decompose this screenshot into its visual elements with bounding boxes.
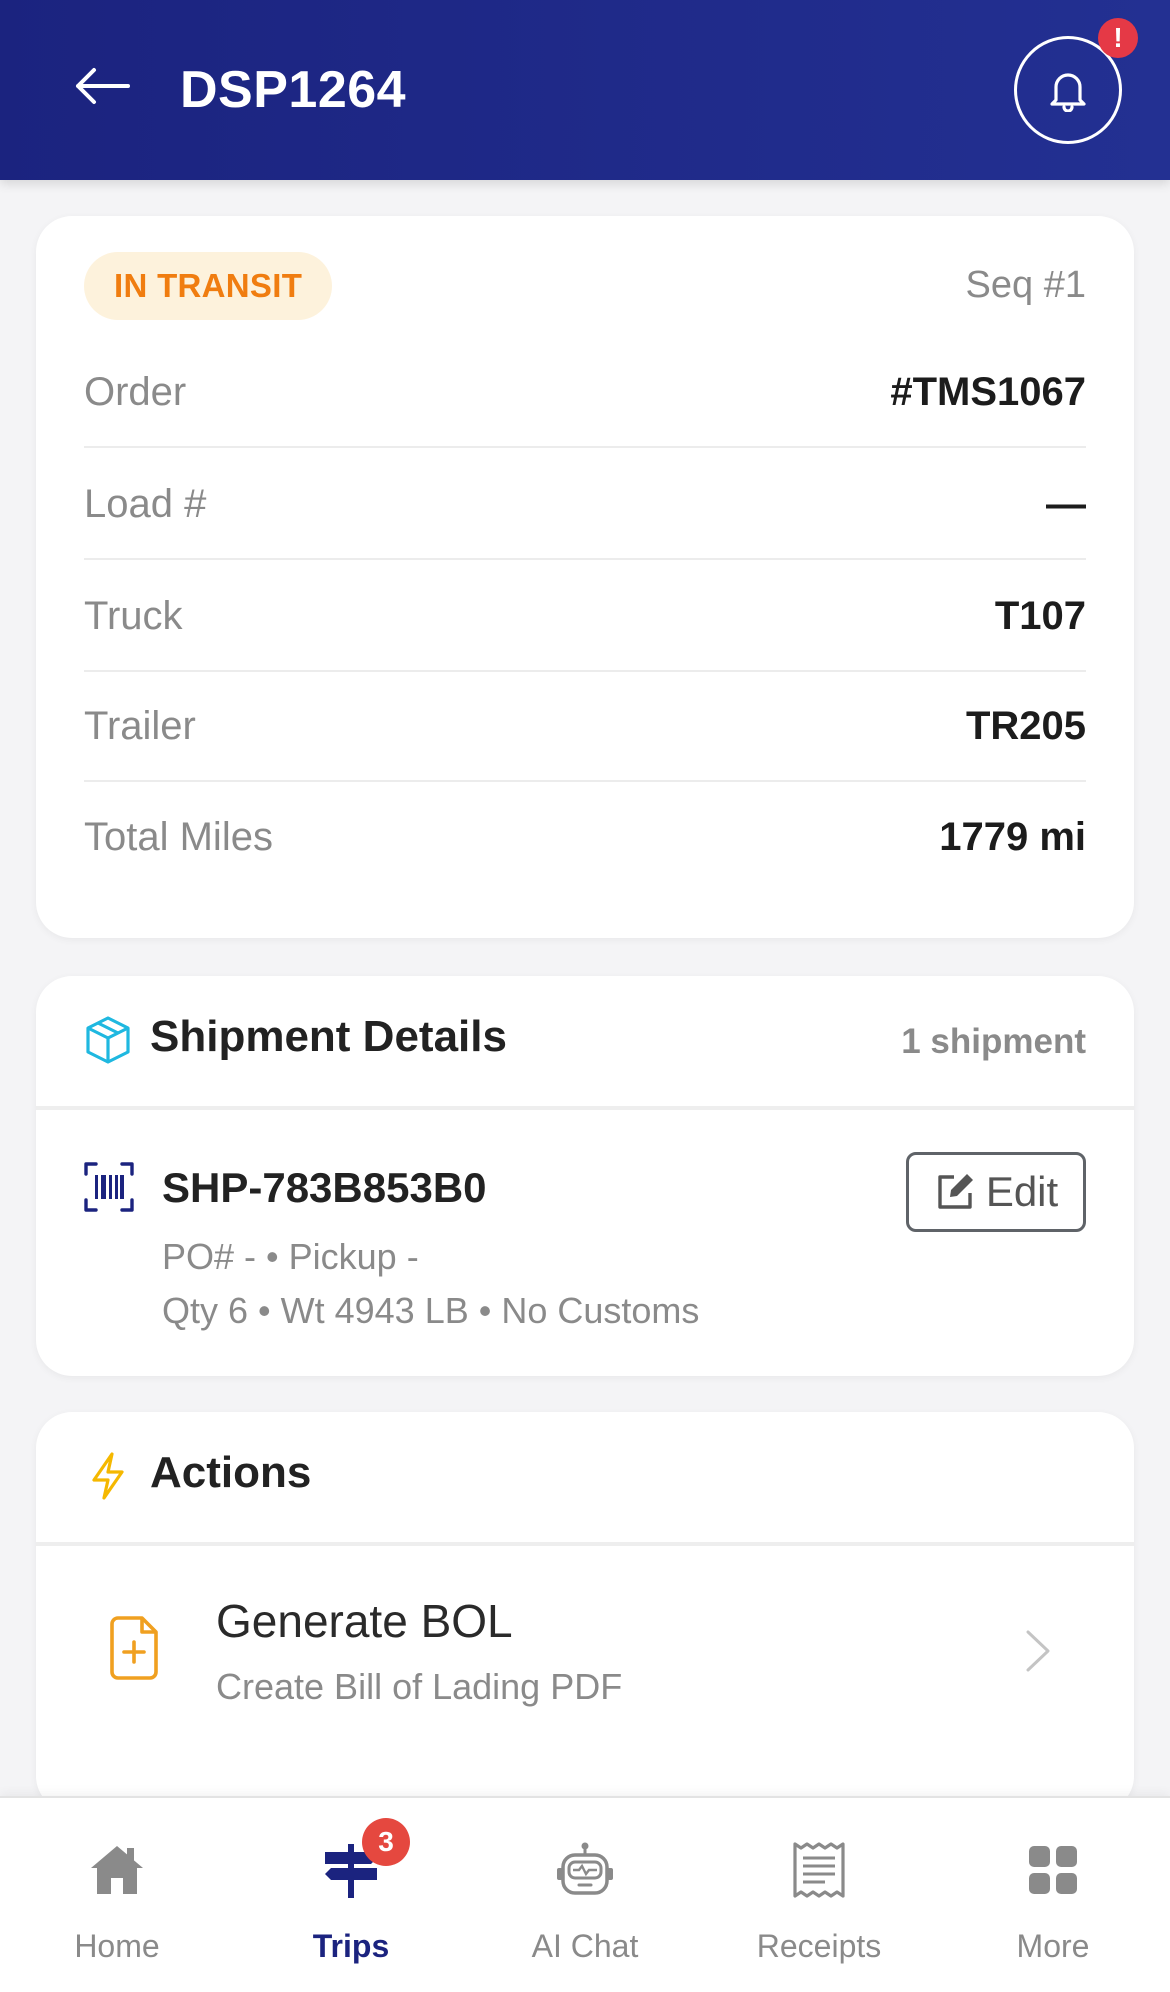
edit-label: Edit	[985, 1168, 1059, 1215]
file-plus-icon	[110, 1616, 158, 1680]
notification-badge: !	[1098, 18, 1138, 58]
nav-trips[interactable]: 3 Trips	[234, 1798, 468, 1992]
receipt-icon	[793, 1842, 845, 1898]
shipment-section-header: Shipment Details 1 shipment	[36, 976, 1134, 1110]
info-value: —	[1046, 481, 1086, 526]
generate-bol-action[interactable]: Generate BOL Create Bill of Lading PDF	[36, 1546, 1134, 1756]
section-title: Actions	[150, 1448, 312, 1497]
barcode-icon	[84, 1162, 134, 1212]
sequence-label: Seq #1	[965, 264, 1086, 306]
edit-icon	[938, 1174, 973, 1209]
actions-section-header: Actions	[36, 1412, 1134, 1546]
info-row-load: Load # —	[84, 450, 1086, 560]
grid-icon	[1029, 1846, 1077, 1894]
info-label: Order	[84, 369, 187, 414]
info-label: Load #	[84, 481, 207, 526]
info-row-truck: Truck T107	[84, 562, 1086, 672]
shipment-count: 1 shipment	[901, 1022, 1086, 1061]
back-button[interactable]	[64, 58, 140, 114]
edit-shipment-button[interactable]: Edit	[906, 1152, 1086, 1232]
page-title: DSP1264	[180, 61, 407, 119]
action-subtitle: Create Bill of Lading PDF	[216, 1666, 623, 1707]
bell-icon	[1050, 73, 1086, 112]
bottom-navigation: Home 3 Trips AI Chat Receipts More	[0, 1796, 1170, 1992]
nav-home[interactable]: Home	[0, 1798, 234, 1992]
trips-badge: 3	[362, 1818, 410, 1866]
info-label: Trailer	[84, 703, 196, 748]
trip-summary-card: IN TRANSIT Seq #1 Order #TMS1067 Load # …	[36, 216, 1134, 938]
nav-receipts[interactable]: Receipts	[702, 1798, 936, 1992]
nav-more[interactable]: More	[936, 1798, 1170, 1992]
box-icon	[86, 1016, 130, 1064]
shipment-id: SHP-783B853B0	[162, 1164, 487, 1211]
nav-label: More	[1016, 1928, 1090, 1964]
info-row-trailer: Trailer TR205	[84, 672, 1086, 782]
info-label: Truck	[84, 593, 183, 638]
app-header: DSP1264 !	[0, 0, 1170, 180]
lightning-icon	[92, 1452, 124, 1500]
info-row-order: Order #TMS1067	[84, 338, 1086, 448]
arrow-left-icon	[76, 68, 130, 104]
info-value: T107	[994, 593, 1086, 638]
chevron-right-icon	[1026, 1630, 1050, 1672]
status-badge: IN TRANSIT	[84, 252, 333, 320]
shipment-meta-po: PO# - • Pickup -	[162, 1236, 419, 1277]
info-row-miles: Total Miles 1779 mi	[84, 782, 1086, 892]
shipment-details-card: Shipment Details 1 shipment SHP-783B853B…	[36, 976, 1134, 1376]
nav-label: AI Chat	[531, 1928, 639, 1964]
nav-label: Receipts	[756, 1928, 882, 1964]
shipment-meta-qty: Qty 6 • Wt 4943 LB • No Customs	[162, 1290, 700, 1331]
nav-ai-chat[interactable]: AI Chat	[468, 1798, 702, 1992]
home-icon	[91, 1846, 143, 1894]
actions-card: Actions Generate BOL Create Bill of Ladi…	[36, 1412, 1134, 1812]
info-value: TR205	[965, 703, 1086, 748]
action-title: Generate BOL	[216, 1595, 513, 1647]
info-label: Total Miles	[84, 814, 273, 859]
section-title: Shipment Details	[150, 1012, 507, 1061]
nav-label: Trips	[312, 1928, 390, 1964]
robot-icon	[557, 1842, 613, 1895]
info-value: #TMS1067	[890, 369, 1086, 414]
info-value: 1779 mi	[939, 814, 1086, 859]
nav-label: Home	[74, 1928, 160, 1964]
